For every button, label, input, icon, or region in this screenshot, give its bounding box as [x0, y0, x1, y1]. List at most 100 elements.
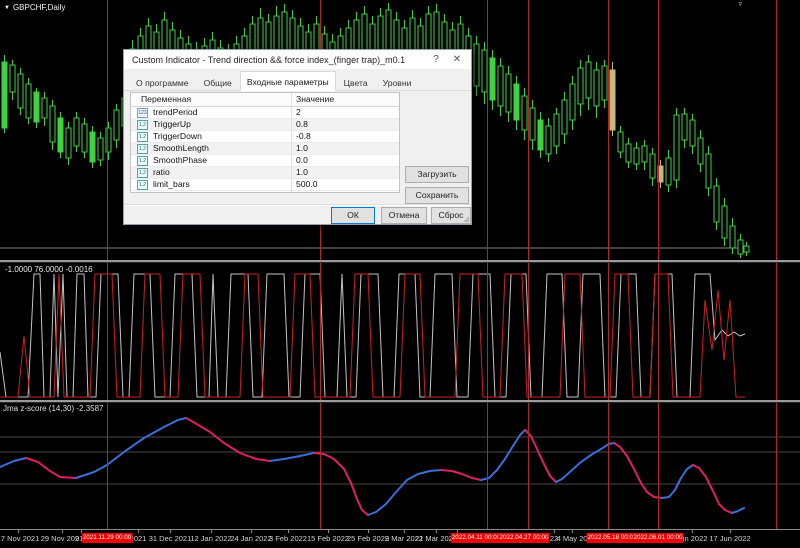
column-divider	[291, 93, 292, 192]
tab-inputs[interactable]: Входные параметры	[240, 71, 336, 91]
param-name: limit_bars	[153, 179, 190, 190]
candle-body	[650, 154, 655, 178]
column-header-value[interactable]: Значение	[296, 93, 334, 106]
candle-body	[682, 114, 687, 140]
inputs-table: Переменная Значение 123 trendPeriod 2 1.…	[130, 92, 400, 193]
zscore-line	[614, 443, 662, 498]
param-value[interactable]: 500.0	[296, 179, 318, 190]
axis-date-label: 17 Nov 2021	[0, 534, 39, 543]
candle-body	[2, 62, 7, 128]
cancel-button[interactable]: Отмена	[381, 207, 427, 224]
double-type-icon: 1.2	[137, 120, 148, 130]
candle-body	[34, 92, 39, 122]
dialog-help-icon[interactable]: ?	[429, 53, 443, 66]
symbol-period-label[interactable]: ▼GBPCHF,Daily	[4, 3, 65, 12]
chart-shift-marker-icon[interactable]: ▿	[738, 0, 742, 8]
candle-body	[42, 98, 47, 118]
trend-red-line	[0, 274, 745, 397]
zscore-line	[441, 470, 481, 480]
table-row[interactable]: 1.2 TriggerDown -0.8	[131, 131, 399, 143]
param-name: trendPeriod	[153, 107, 197, 118]
param-value[interactable]: 0.8	[296, 119, 308, 130]
double-type-icon: 1.2	[137, 144, 148, 154]
mt4-chart-window: ▼GBPCHF,Daily ▿ -1.0000 76.0000 -0.0016 …	[0, 0, 800, 548]
panel-separator[interactable]	[0, 260, 800, 263]
candle-body	[738, 240, 743, 254]
zscore-line	[732, 508, 744, 513]
zscore-line	[525, 430, 556, 482]
tab-common[interactable]: Общие	[197, 73, 239, 92]
candle-body	[666, 158, 671, 185]
tab-about[interactable]: О программе	[129, 73, 196, 92]
candle-body	[10, 65, 15, 92]
dialog-button-separator	[124, 204, 471, 206]
candle-body	[74, 118, 79, 146]
param-value[interactable]: 1.0	[296, 167, 308, 178]
param-name: TriggerUp	[153, 119, 191, 130]
candle-body	[90, 132, 95, 162]
candle-body	[482, 50, 487, 92]
dialog-titlebar[interactable]: Custom Indicator - Trend direction && fo…	[124, 50, 471, 69]
candle-body	[602, 66, 607, 100]
param-value[interactable]: 0.0	[296, 155, 308, 166]
candle-body	[586, 62, 591, 98]
table-row[interactable]: 1.2 SmoothLength 1.0	[131, 143, 399, 155]
candle-body	[106, 128, 111, 152]
param-value[interactable]: 1.0	[296, 143, 308, 154]
table-header-row[interactable]: Переменная Значение	[131, 93, 399, 107]
candle-body	[674, 115, 679, 180]
custom-indicator-dialog: Custom Indicator - Trend direction && fo…	[123, 49, 472, 225]
dialog-title: Custom Indicator - Trend direction && fo…	[132, 55, 405, 65]
vline-date-badge: 2022.05.18 00:00	[586, 533, 637, 543]
table-row[interactable]: 1.2 ratio 1.0	[131, 167, 399, 179]
candle-body	[642, 146, 647, 162]
param-name: SmoothPhase	[153, 155, 207, 166]
candle-body	[698, 138, 703, 164]
candle-body	[82, 124, 87, 152]
table-row[interactable]: 1.2 limit_bars 500.0	[131, 179, 399, 191]
candle-body	[474, 44, 479, 86]
candle-body	[714, 186, 719, 222]
dialog-close-icon[interactable]: ✕	[450, 53, 464, 66]
symbol-period-text: GBPCHF,Daily	[13, 3, 65, 12]
candle-body	[706, 154, 711, 188]
save-button[interactable]: Сохранить	[405, 187, 469, 204]
resize-grip[interactable]	[463, 216, 469, 222]
candle-body	[626, 144, 631, 162]
candle-body	[722, 206, 727, 238]
candle-body	[506, 74, 511, 112]
param-value[interactable]: 2	[296, 107, 301, 118]
candle-body	[554, 114, 559, 146]
column-header-variable[interactable]: Переменная	[141, 93, 191, 106]
dialog-tab-bar: О программеОбщиеВходные параметрыЦветаУр…	[124, 69, 471, 91]
symbol-dropdown-icon: ▼	[4, 5, 10, 11]
zscore-line	[186, 418, 270, 461]
vline-date-badge: 2022.06.01 00:00	[632, 533, 683, 543]
tab-colors[interactable]: Цвета	[337, 73, 375, 92]
vline-date-badge: 2021.11.29 00:00	[82, 533, 133, 543]
zscore-indicator-label: Jma z-score (14,30) -2.3587	[3, 404, 104, 413]
time-axis[interactable]: 17 Nov 202129 Nov 20219 D202131 Dec 2021…	[0, 530, 800, 548]
table-row[interactable]: 1.2 SmoothPhase 0.0	[131, 155, 399, 167]
axis-date-label: 24 Jan 2022	[230, 534, 271, 543]
int-type-icon: 123	[137, 108, 148, 118]
candle-body	[58, 118, 63, 152]
zscore-line	[368, 470, 441, 515]
candle-body	[618, 132, 623, 152]
ok-button[interactable]: ОК	[331, 207, 375, 224]
axis-date-label: 15 Feb 2022	[307, 534, 349, 543]
double-type-icon: 1.2	[137, 168, 148, 178]
tab-levels[interactable]: Уровни	[376, 73, 419, 92]
candle-body	[66, 128, 71, 158]
load-button[interactable]: Загрузить	[405, 166, 469, 183]
table-row[interactable]: 1.2 TriggerUp 0.8	[131, 119, 399, 131]
candle-body	[578, 68, 583, 104]
double-type-icon: 1.2	[137, 180, 148, 190]
param-value[interactable]: -0.8	[296, 131, 311, 142]
table-row[interactable]: 123 trendPeriod 2	[131, 107, 399, 119]
candle-body	[562, 100, 567, 134]
panel-separator[interactable]	[0, 400, 800, 403]
candle-body	[530, 108, 535, 140]
vline-date-badge: 2022.04.27 00:00	[498, 533, 549, 543]
candle-body	[50, 106, 55, 142]
